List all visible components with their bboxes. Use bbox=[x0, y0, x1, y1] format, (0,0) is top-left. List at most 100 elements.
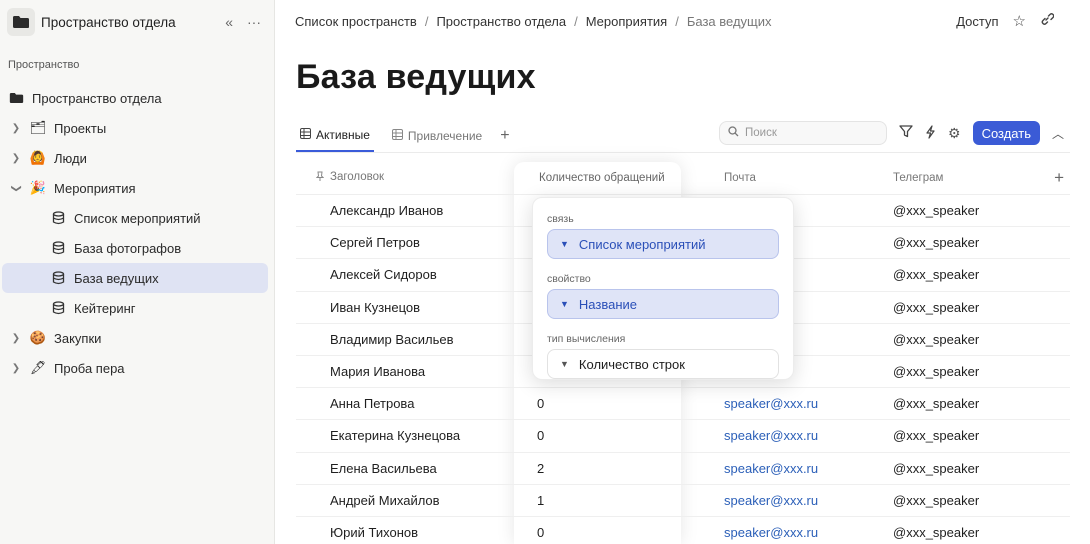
sidebar-item-photographers[interactable]: База фотографов bbox=[2, 233, 268, 263]
cell-title[interactable]: Алексей Сидоров bbox=[296, 267, 515, 282]
star-icon[interactable]: ☆ bbox=[1013, 12, 1026, 30]
cell-title[interactable]: Елена Васильева bbox=[296, 461, 515, 476]
chevron-down-icon: ▼ bbox=[560, 239, 569, 249]
cell-title[interactable]: Александр Иванов bbox=[296, 203, 515, 218]
breadcrumb-separator: / bbox=[574, 14, 578, 29]
column-header-count[interactable]: Количество обращений bbox=[515, 172, 710, 184]
sidebar-item-label: База фотографов bbox=[74, 240, 182, 256]
sidebar-item-writing[interactable]: ❯ 🖋 Проба пера bbox=[2, 353, 268, 383]
tab-recruiting[interactable]: Привлечение bbox=[388, 120, 486, 152]
calc-type-value: Количество строк bbox=[578, 356, 685, 372]
pin-icon bbox=[315, 171, 325, 185]
breadcrumb-item[interactable]: Пространство отдела bbox=[436, 14, 566, 29]
folder-icon bbox=[6, 92, 26, 104]
breadcrumb-current: База ведущих bbox=[686, 14, 772, 29]
tab-active[interactable]: Активные bbox=[296, 120, 374, 152]
cell-telegram[interactable]: @xxx_speaker bbox=[881, 235, 1070, 250]
cell-telegram[interactable]: @xxx_speaker bbox=[881, 428, 1070, 443]
database-icon bbox=[48, 211, 68, 225]
chevron-up-icon[interactable]: ︿ bbox=[1052, 125, 1064, 142]
cell-telegram[interactable]: @xxx_speaker bbox=[881, 493, 1070, 508]
column-header-email[interactable]: Почта bbox=[710, 172, 881, 184]
add-view-icon[interactable]: + bbox=[500, 127, 509, 145]
cell-title[interactable]: Андрей Михайлов bbox=[296, 493, 515, 508]
sidebar-item-events[interactable]: ❯ 🎉 Мероприятия bbox=[2, 173, 268, 203]
cell-email[interactable]: speaker@xxx.ru bbox=[710, 461, 881, 476]
cell-telegram[interactable]: @xxx_speaker bbox=[881, 267, 1070, 282]
breadcrumb-item[interactable]: Список пространств bbox=[295, 14, 417, 29]
column-header-telegram[interactable]: Телеграм bbox=[881, 172, 1070, 184]
table-row[interactable]: Андрей Михайлов 1 speaker@xxx.ru @xxx_speak… bbox=[296, 485, 1070, 517]
add-column-icon[interactable]: + bbox=[1054, 168, 1064, 188]
cell-count[interactable]: 2 bbox=[515, 461, 710, 476]
cell-title[interactable]: Владимир Васильев bbox=[296, 332, 515, 347]
cell-title[interactable]: Екатерина Кузнецова bbox=[296, 428, 515, 443]
database-icon bbox=[48, 301, 68, 315]
collapse-sidebar-icon[interactable]: « bbox=[225, 14, 233, 30]
sidebar-item-hosts[interactable]: База ведущих bbox=[2, 263, 268, 293]
table-row[interactable]: Анна Петрова 0 speaker@xxx.ru @xxx_speaker bbox=[296, 388, 1070, 421]
sidebar-item-purchases[interactable]: ❯ 🍪 Закупки bbox=[2, 323, 268, 353]
access-button[interactable]: Доступ bbox=[956, 14, 998, 29]
cell-telegram[interactable]: @xxx_speaker bbox=[881, 332, 1070, 347]
cell-telegram[interactable]: @xxx_speaker bbox=[881, 203, 1070, 218]
table-row[interactable]: Екатерина Кузнецова 0 speaker@xxx.ru @xxx_s… bbox=[296, 420, 1070, 453]
cell-email[interactable]: speaker@xxx.ru bbox=[710, 396, 881, 411]
sidebar-item-label: Кейтеринг bbox=[74, 300, 136, 316]
workspace-header[interactable]: Пространство отдела « ··· bbox=[7, 7, 269, 37]
relation-label: связь bbox=[547, 213, 574, 225]
search-input[interactable] bbox=[745, 127, 865, 139]
cell-title[interactable]: Анна Петрова bbox=[296, 396, 515, 411]
sidebar-item-projects[interactable]: ❯ 🗂 Проекты bbox=[2, 113, 268, 143]
cell-telegram[interactable]: @xxx_speaker bbox=[881, 364, 1070, 379]
property-value: Название bbox=[578, 296, 638, 312]
filter-icon[interactable] bbox=[899, 125, 913, 141]
sidebar-item-people[interactable]: ❯ 🙆 Люди bbox=[2, 143, 268, 173]
property-select[interactable]: ▼ Название bbox=[547, 289, 779, 319]
cell-title[interactable]: Иван Кузнецов bbox=[296, 300, 515, 315]
link-icon[interactable] bbox=[1040, 12, 1055, 30]
chevron-right-icon[interactable]: ❯ bbox=[4, 123, 28, 134]
cell-title[interactable]: Мария Иванова bbox=[296, 364, 515, 379]
database-icon bbox=[48, 241, 68, 255]
sidebar-item-catering[interactable]: Кейтеринг bbox=[2, 293, 268, 323]
breadcrumb-separator: / bbox=[424, 14, 429, 29]
sidebar-item-label: Мероприятия bbox=[54, 180, 136, 196]
chevron-right-icon[interactable]: ❯ bbox=[4, 153, 28, 164]
cell-title[interactable]: Юрий Тихонов bbox=[296, 525, 515, 540]
database-icon bbox=[48, 271, 68, 285]
calc-type-label: тип вычисления bbox=[547, 333, 626, 345]
cell-count[interactable]: 0 bbox=[515, 428, 710, 443]
column-header-title[interactable]: Заголовок bbox=[296, 171, 515, 185]
chevron-down-icon: ▼ bbox=[560, 359, 569, 369]
sidebar-item-event-list[interactable]: Список мероприятий bbox=[2, 203, 268, 233]
more-icon[interactable]: ··· bbox=[247, 14, 261, 30]
table-row[interactable]: Юрий Тихонов 0 speaker@xxx.ru @xxx_speaker bbox=[296, 517, 1070, 544]
cell-title[interactable]: Сергей Петров bbox=[296, 235, 515, 250]
relation-select[interactable]: ▼ Список мероприятий bbox=[547, 229, 779, 259]
cell-telegram[interactable]: @xxx_speaker bbox=[881, 461, 1070, 476]
sidebar-item-workspace[interactable]: Пространство отдела bbox=[2, 83, 268, 113]
tab-label: Активные bbox=[316, 128, 370, 142]
search-box[interactable] bbox=[719, 121, 887, 145]
cell-count[interactable]: 0 bbox=[515, 396, 710, 411]
create-button[interactable]: Создать bbox=[972, 121, 1040, 145]
breadcrumb: Список пространств / Пространство отдела… bbox=[295, 14, 772, 29]
chevron-right-icon[interactable]: ❯ bbox=[4, 363, 28, 374]
chevron-right-icon[interactable]: ❯ bbox=[4, 333, 28, 344]
calc-type-select[interactable]: ▼ Количество строк bbox=[547, 349, 779, 379]
cell-telegram[interactable]: @xxx_speaker bbox=[881, 300, 1070, 315]
cell-email[interactable]: speaker@xxx.ru bbox=[710, 525, 881, 540]
cell-email[interactable]: speaker@xxx.ru bbox=[710, 428, 881, 443]
lightning-icon[interactable] bbox=[925, 124, 936, 142]
gear-icon[interactable]: ⚙ bbox=[948, 125, 961, 142]
cell-count[interactable]: 0 bbox=[515, 525, 710, 540]
table-row[interactable]: Елена Васильева 2 speaker@xxx.ru @xxx_speak… bbox=[296, 453, 1070, 485]
cell-telegram[interactable]: @xxx_speaker bbox=[881, 396, 1070, 411]
chevron-down-icon[interactable]: ❯ bbox=[11, 176, 22, 200]
cell-email[interactable]: speaker@xxx.ru bbox=[710, 493, 881, 508]
toolbar: ⚙ Создать ︿ bbox=[719, 121, 1064, 145]
breadcrumb-item[interactable]: Мероприятия bbox=[586, 14, 668, 29]
cell-count[interactable]: 1 bbox=[515, 493, 710, 508]
cell-telegram[interactable]: @xxx_speaker bbox=[881, 525, 1070, 540]
